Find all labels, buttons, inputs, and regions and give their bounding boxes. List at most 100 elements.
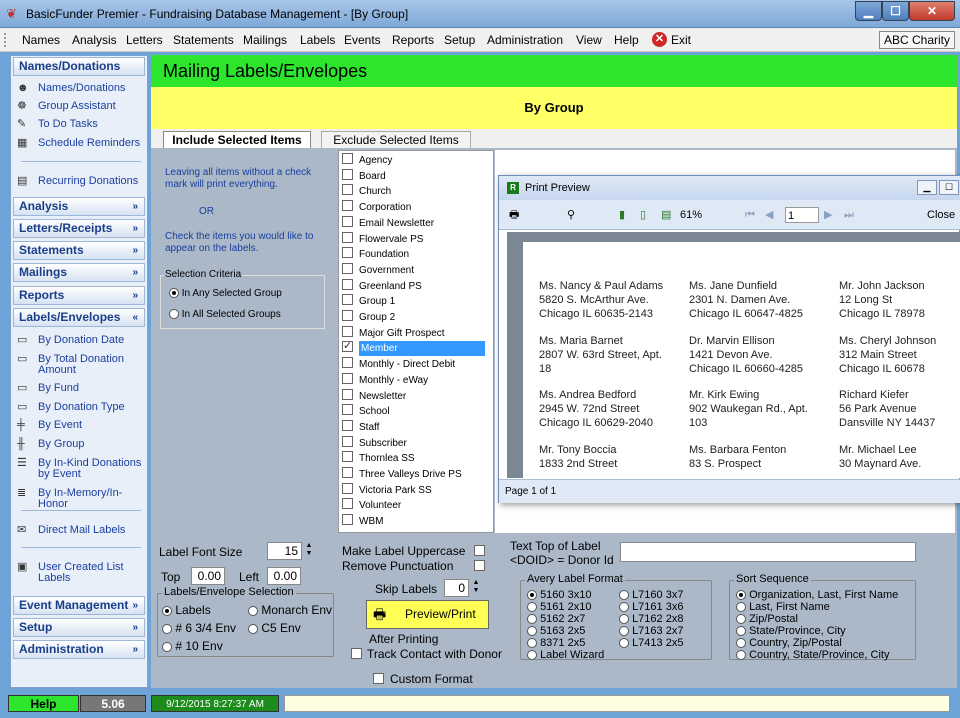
radio-icon[interactable]	[736, 590, 746, 601]
menu-analysis[interactable]: Analysis	[72, 33, 117, 47]
menu-reports[interactable]: Reports	[392, 33, 434, 47]
avery-l7413-option[interactable]: L7413 2x5	[619, 637, 683, 649]
radio-icon[interactable]	[736, 614, 746, 625]
radio-icon[interactable]	[527, 650, 537, 661]
group-checkbox[interactable]	[342, 388, 353, 400]
first-page-icon[interactable]: ⏮	[745, 207, 755, 223]
radio-icon[interactable]	[619, 638, 629, 649]
tab-exclude[interactable]: Exclude Selected Items	[321, 131, 471, 148]
two-page-icon[interactable]: ▯	[640, 207, 646, 223]
group-checkbox[interactable]	[342, 294, 353, 306]
group-list-item[interactable]: Board	[342, 168, 490, 184]
radio-icon[interactable]	[162, 641, 172, 652]
radio-icon[interactable]	[619, 626, 629, 637]
menu-letters[interactable]: Letters	[126, 33, 163, 47]
radio-icon[interactable]	[162, 623, 172, 634]
criteria-all-option[interactable]: In All Selected Groups	[169, 309, 281, 320]
group-list-item[interactable]: Agency	[342, 153, 490, 168]
group-checkbox[interactable]	[342, 435, 353, 447]
group-checkbox[interactable]	[342, 247, 353, 259]
group-list-item[interactable]: Group 2	[342, 310, 490, 325]
help-button[interactable]: Help	[8, 695, 79, 712]
avery-5163-option[interactable]: 5163 2x5	[527, 625, 585, 637]
avery-5162-option[interactable]: 5162 2x7	[527, 613, 585, 625]
preview-minimize-button[interactable]: ▁	[917, 180, 937, 195]
sidebar-header-analysis[interactable]: Analysis»	[13, 197, 145, 216]
group-checkbox[interactable]	[342, 262, 353, 274]
sidebar-header-letters[interactable]: Letters/Receipts»	[13, 219, 145, 238]
group-checkbox[interactable]	[342, 153, 353, 164]
sort-org-option[interactable]: Organization, Last, First Name	[736, 589, 898, 601]
font-size-input[interactable]: 15	[267, 542, 302, 560]
top-input[interactable]: 0.00	[191, 567, 225, 585]
avery-l7163-option[interactable]: L7163 2x7	[619, 625, 683, 637]
font-size-spinner[interactable]: ▲ ▼	[304, 542, 314, 560]
avery-8371-option[interactable]: 8371 2x5	[527, 637, 585, 649]
env-6-option[interactable]: # 6 3/4 Env	[162, 621, 236, 635]
skip-labels-spinner[interactable]: ▲ ▼	[471, 579, 481, 597]
radio-icon[interactable]	[169, 309, 179, 320]
radio-icon[interactable]	[619, 614, 629, 625]
preview-print-button[interactable]: 🖶 Preview/Print	[366, 600, 489, 629]
group-checkbox[interactable]	[342, 372, 353, 384]
avery-l7160-option[interactable]: L7160 3x7	[619, 589, 683, 601]
radio-icon[interactable]	[736, 602, 746, 613]
tab-include[interactable]: Include Selected Items	[163, 131, 311, 148]
group-list-item[interactable]: Thornlea SS	[342, 451, 490, 466]
multi-page-icon[interactable]: ▤	[661, 207, 671, 223]
group-list-item[interactable]: Subscriber	[342, 435, 490, 451]
zoom-level[interactable]: 61%	[680, 207, 702, 223]
group-checkbox[interactable]	[342, 200, 353, 212]
prev-page-icon[interactable]: ◀	[765, 207, 773, 223]
group-checkbox[interactable]	[342, 467, 353, 478]
group-checkbox[interactable]	[342, 482, 353, 494]
next-page-icon[interactable]: ▶	[824, 207, 832, 223]
menu-statements[interactable]: Statements	[173, 33, 234, 47]
criteria-any-option[interactable]: In Any Selected Group	[169, 288, 282, 299]
text-top-input[interactable]	[620, 542, 916, 562]
menu-names[interactable]: Names	[22, 33, 60, 47]
menu-mailings[interactable]: Mailings	[243, 33, 287, 47]
single-page-icon[interactable]: ▮	[619, 207, 625, 223]
env-c5-option[interactable]: C5 Env	[248, 621, 301, 635]
group-checkbox[interactable]	[342, 339, 353, 354]
group-list-item[interactable]: Newsletter	[342, 388, 490, 404]
page-number-input[interactable]: 1	[785, 207, 819, 223]
sidebar-header-names[interactable]: Names/Donations	[13, 57, 145, 76]
group-checkbox[interactable]	[342, 514, 353, 526]
env-10-option[interactable]: # 10 Env	[162, 639, 223, 653]
group-checkbox[interactable]	[342, 404, 353, 416]
menu-administration[interactable]: Administration	[487, 33, 563, 47]
menu-labels[interactable]: Labels	[300, 33, 335, 47]
radio-icon[interactable]	[619, 590, 629, 601]
avery-5161-option[interactable]: 5161 2x10	[527, 601, 591, 613]
minimize-button[interactable]: ▁	[855, 1, 882, 21]
group-checkbox[interactable]	[342, 498, 353, 510]
track-contact-checkbox[interactable]	[351, 648, 362, 659]
sort-country-zip-option[interactable]: Country, Zip/Postal	[736, 637, 842, 649]
sidebar-header-mailings[interactable]: Mailings»	[13, 263, 145, 282]
radio-icon[interactable]	[527, 614, 537, 625]
group-checkbox[interactable]	[342, 215, 353, 227]
group-list-item[interactable]: Government	[342, 262, 490, 278]
radio-icon[interactable]	[736, 650, 746, 661]
group-list-item[interactable]: Flowervale PS	[342, 231, 490, 247]
charity-name[interactable]: ABC Charity	[879, 31, 955, 49]
sort-zip-option[interactable]: Zip/Postal	[736, 613, 798, 625]
group-checkbox[interactable]	[342, 231, 353, 243]
group-checkbox[interactable]	[342, 357, 353, 369]
avery-5160-option[interactable]: 5160 3x10	[527, 589, 591, 601]
group-list-item[interactable]: School	[342, 404, 490, 419]
group-list-item[interactable]: Major Gift Prospect	[342, 325, 490, 341]
radio-icon[interactable]	[248, 623, 258, 634]
uppercase-checkbox[interactable]	[474, 545, 485, 556]
find-icon[interactable]: ⚲	[567, 207, 575, 223]
radio-icon[interactable]	[736, 626, 746, 637]
group-checkbox[interactable]	[342, 184, 353, 196]
group-list-item[interactable]: Greenland PS	[342, 278, 490, 294]
radio-icon[interactable]	[162, 605, 172, 616]
menu-view[interactable]: View	[576, 33, 602, 47]
menu-help[interactable]: Help	[614, 33, 639, 47]
group-checkbox[interactable]	[342, 325, 353, 337]
group-checkbox[interactable]	[342, 451, 353, 463]
